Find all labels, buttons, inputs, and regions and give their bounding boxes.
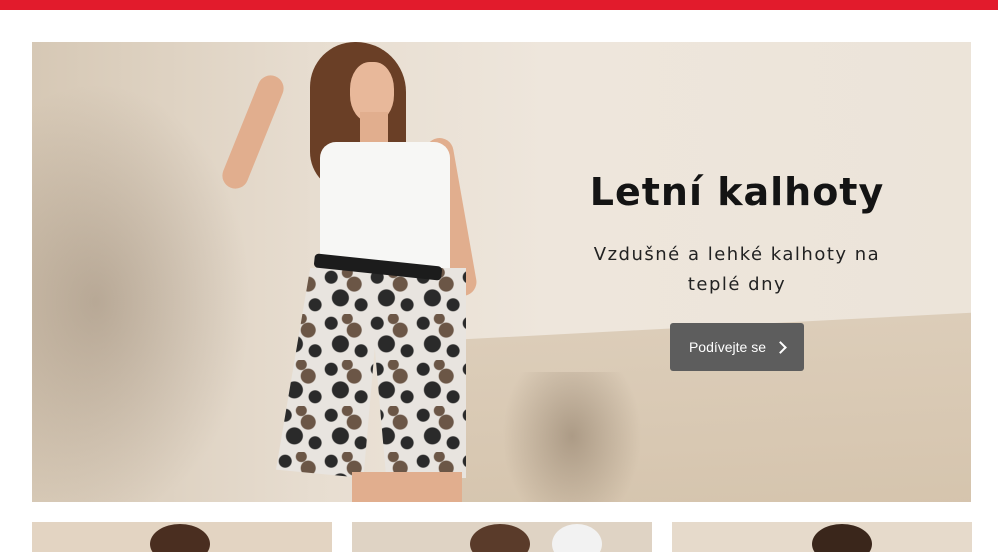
category-card-1[interactable]: [32, 522, 332, 552]
leopard-shorts: [276, 268, 466, 478]
chevron-right-icon: [774, 340, 787, 354]
category-card-2[interactable]: [352, 522, 652, 552]
wall-shadow: [32, 82, 252, 502]
hero-banner[interactable]: Letní kalhoty Vzdušné a lehké kalhoty na…: [32, 42, 971, 502]
card-image: [150, 524, 210, 552]
card-image: [812, 524, 872, 552]
view-button[interactable]: Podívejte se: [670, 323, 804, 371]
view-button-label: Podívejte se: [688, 339, 767, 355]
hero-model-image: [218, 42, 552, 502]
hero-subtitle: Vzdušné a lehké kalhoty na teplé dny: [593, 244, 881, 295]
top-announcement-bar: [0, 0, 998, 10]
card-image: [470, 524, 530, 552]
hero-title: Letní kalhoty: [589, 170, 885, 214]
category-card-3[interactable]: [672, 522, 972, 552]
